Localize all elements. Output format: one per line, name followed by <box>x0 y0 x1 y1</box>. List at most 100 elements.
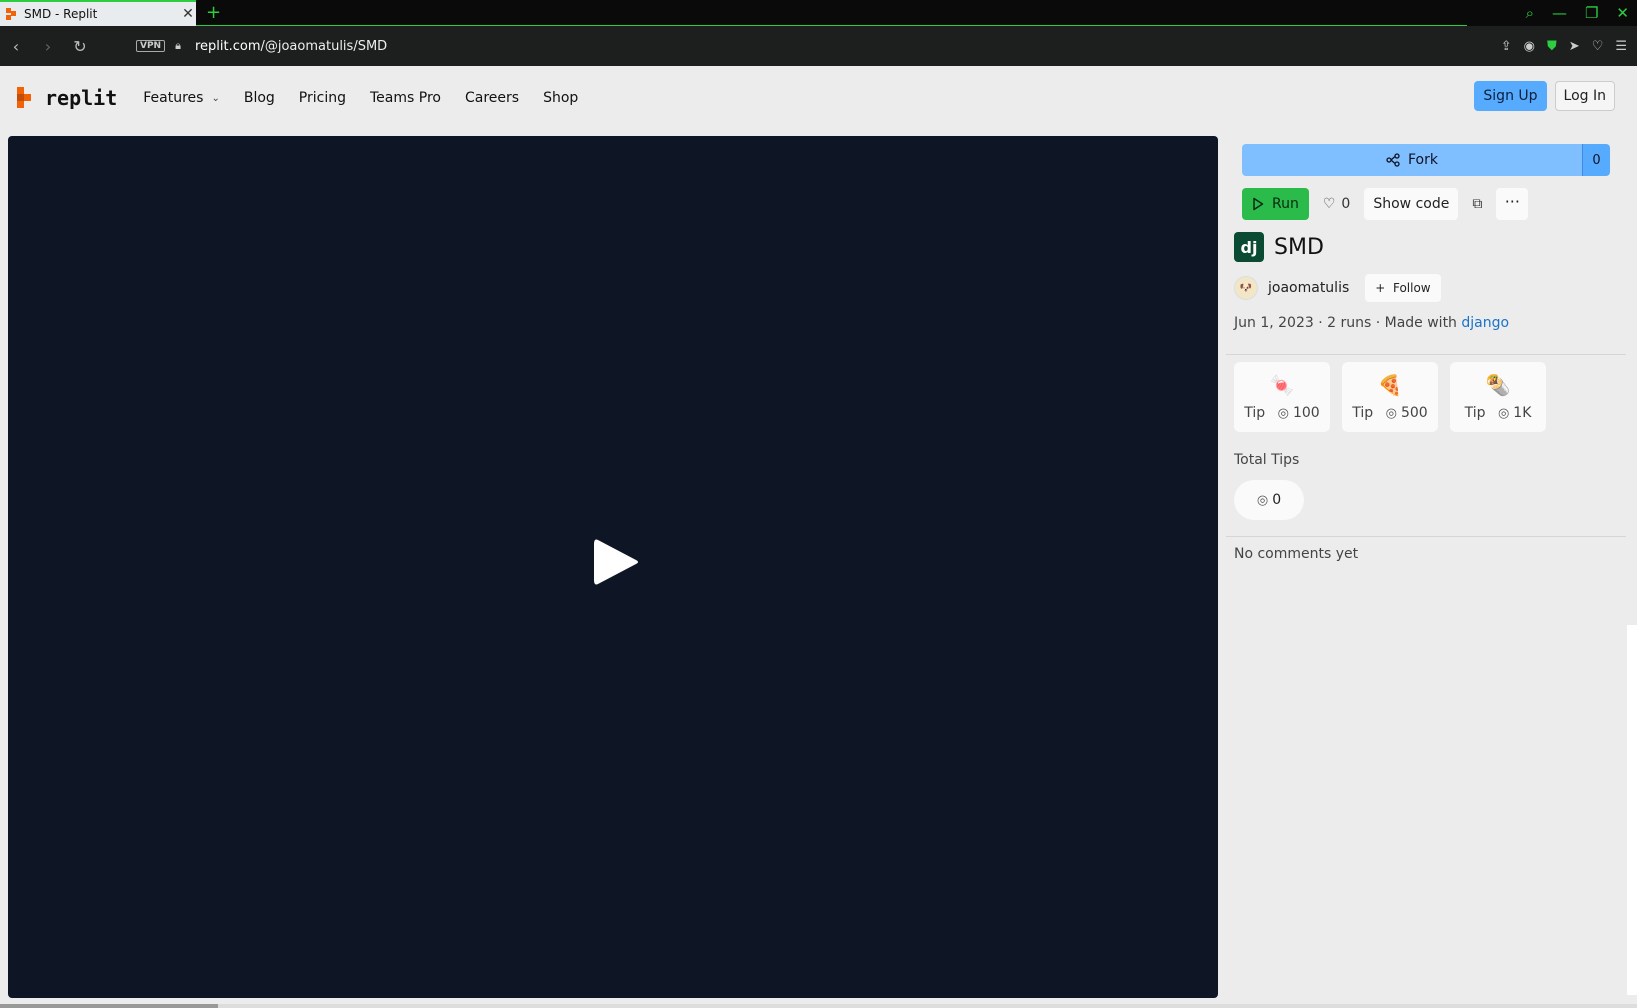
nav-shop[interactable]: Shop <box>543 90 578 106</box>
tip-amount: 1K <box>1513 405 1532 421</box>
more-options-button[interactable]: ··· <box>1496 188 1529 220</box>
url-host: replit.com <box>194 38 261 54</box>
like-count: 0 <box>1341 196 1351 212</box>
browser-tab[interactable]: SMD - Replit ✕ <box>0 0 196 26</box>
fork-icon <box>1386 153 1400 167</box>
tab-close-icon[interactable]: ✕ <box>180 6 196 22</box>
log-in-button[interactable]: Log In <box>1554 81 1615 111</box>
play-icon[interactable] <box>592 536 640 588</box>
show-code-button[interactable]: Show code <box>1364 188 1459 220</box>
menu-icon[interactable]: ☰ <box>1615 39 1627 54</box>
sign-up-button[interactable]: Sign Up <box>1474 81 1547 111</box>
plus-icon: + <box>1375 281 1386 295</box>
tip-text: Tip <box>1352 405 1374 421</box>
new-tab-icon[interactable]: + <box>206 0 226 26</box>
site-nav: replit Features ⌄ Blog Pricing Teams Pro … <box>0 66 1637 130</box>
replit-logo[interactable]: replit <box>17 86 117 110</box>
tip-text: Tip <box>1464 405 1486 421</box>
avatar[interactable]: 🐶 <box>1234 276 1258 300</box>
author-row: 🐶 joaomatulis + Follow <box>1234 274 1441 302</box>
url-field[interactable]: replit.com/@joaomatulis/SMD <box>195 39 387 54</box>
nav-features-label: Features <box>143 90 204 106</box>
tip-amount: 100 <box>1292 405 1320 421</box>
nav-teams-pro[interactable]: Teams Pro <box>370 90 441 106</box>
repl-title: SMD <box>1274 234 1324 260</box>
repl-title-row: dj SMD <box>1234 232 1324 262</box>
browser-tab-bar: SMD - Replit ✕ + ⌕ — ❐ ✕ <box>0 0 1637 26</box>
repl-meta: Jun 1, 2023 · 2 runs · Made with django <box>1234 315 1509 331</box>
cycles-icon: ◎ <box>1385 405 1397 421</box>
auth-buttons: Sign Up Log In <box>1474 81 1615 111</box>
search-icon[interactable]: ⌕ <box>1526 4 1534 22</box>
reload-icon[interactable]: ↻ <box>64 37 96 56</box>
heart-icon[interactable]: ♡ <box>1592 39 1604 54</box>
close-window-icon[interactable]: ✕ <box>1616 4 1629 22</box>
send-icon[interactable]: ➤ <box>1569 39 1580 54</box>
nav-pricing[interactable]: Pricing <box>299 90 346 106</box>
scrollbar[interactable] <box>1627 130 1637 620</box>
run-button[interactable]: Run <box>1242 188 1309 220</box>
burrito-icon: 🌯 <box>1485 373 1511 397</box>
nav-features[interactable]: Features ⌄ <box>143 90 220 106</box>
nav-careers[interactable]: Careers <box>465 90 519 106</box>
candy-icon: 🍬 <box>1269 373 1295 397</box>
lock-icon[interactable]: 🔒︎ <box>175 39 181 53</box>
divider <box>1226 354 1626 355</box>
forward-icon[interactable]: › <box>32 37 64 56</box>
repl-player[interactable] <box>8 136 1218 998</box>
external-link-icon[interactable]: ⧉ <box>1466 196 1488 212</box>
meta-text: Jun 1, 2023 · 2 runs · Made with <box>1234 315 1462 331</box>
total-tips-badge: ◎ 0 <box>1234 480 1304 520</box>
follow-label: Follow <box>1392 281 1431 295</box>
shield-icon[interactable]: ⛊ <box>1547 39 1557 54</box>
tip-amount: 500 <box>1400 405 1428 421</box>
fork-count: 0 <box>1582 144 1610 176</box>
tip-text: Tip <box>1244 405 1266 421</box>
author-name[interactable]: joaomatulis <box>1268 280 1349 296</box>
url-path: /@joaomatulis/SMD <box>260 38 388 54</box>
fork-label: Fork <box>1408 152 1438 168</box>
browser-toolbar: ⇪ ◉ ⛊ ➤ ♡ ☰ <box>1501 26 1627 66</box>
tip-500-button[interactable]: 🍕 Tip ◎ 500 <box>1342 362 1438 432</box>
chevron-down-icon: ⌄ <box>211 92 220 104</box>
heart-icon: ♡ <box>1322 196 1336 212</box>
fork-row: Fork 0 <box>1242 144 1610 176</box>
cycles-icon: ◎ <box>1256 492 1269 508</box>
share-icon[interactable]: ⇪ <box>1501 39 1512 54</box>
scrollbar-track <box>1627 625 1637 995</box>
django-icon: dj <box>1234 232 1264 262</box>
camera-icon[interactable]: ◉ <box>1524 39 1535 54</box>
fork-button[interactable]: Fork <box>1242 144 1582 176</box>
back-icon[interactable]: ‹ <box>0 37 32 56</box>
tip-label: Tip ◎ 500 <box>1352 405 1427 421</box>
replit-logo-icon <box>17 87 37 109</box>
restore-icon[interactable]: ❐ <box>1585 4 1598 22</box>
minimize-icon[interactable]: — <box>1552 4 1567 22</box>
nav-blog[interactable]: Blog <box>244 90 275 106</box>
cycles-icon: ◎ <box>1277 405 1289 421</box>
tip-label: Tip ◎ 100 <box>1244 405 1319 421</box>
logo-text: replit <box>45 86 118 110</box>
comments-empty-text: No comments yet <box>1234 546 1359 562</box>
pizza-icon: 🍕 <box>1377 373 1403 397</box>
divider <box>1226 536 1626 537</box>
horizontal-scrollbar[interactable] <box>0 1004 1637 1008</box>
action-row: Run ♡ 0 Show code ⧉ ··· <box>1242 188 1529 220</box>
cycles-icon: ◎ <box>1497 405 1510 421</box>
django-link[interactable]: django <box>1461 315 1509 331</box>
tips-row: 🍬 Tip ◎ 100 🍕 Tip ◎ 500 🌯 Tip ◎ 1K <box>1234 362 1546 432</box>
replit-favicon-icon <box>6 8 18 20</box>
run-icon <box>1253 197 1264 211</box>
vpn-badge[interactable]: VPN <box>136 40 166 52</box>
tip-100-button[interactable]: 🍬 Tip ◎ 100 <box>1234 362 1330 432</box>
total-tips-label: Total Tips <box>1234 452 1300 468</box>
tip-label: Tip ◎ 1K <box>1465 405 1532 421</box>
tip-1k-button[interactable]: 🌯 Tip ◎ 1K <box>1450 362 1546 432</box>
window-controls: ⌕ — ❐ ✕ <box>1526 0 1629 26</box>
tab-title: SMD - Replit <box>24 7 98 21</box>
follow-button[interactable]: + Follow <box>1365 274 1441 302</box>
address-bar: ‹ › ↻ VPN 🔒︎ replit.com/@joaomatulis/SMD… <box>0 26 1637 66</box>
total-tips-value: 0 <box>1272 492 1282 508</box>
like-button[interactable]: ♡ 0 <box>1317 196 1356 212</box>
run-label: Run <box>1272 196 1299 212</box>
